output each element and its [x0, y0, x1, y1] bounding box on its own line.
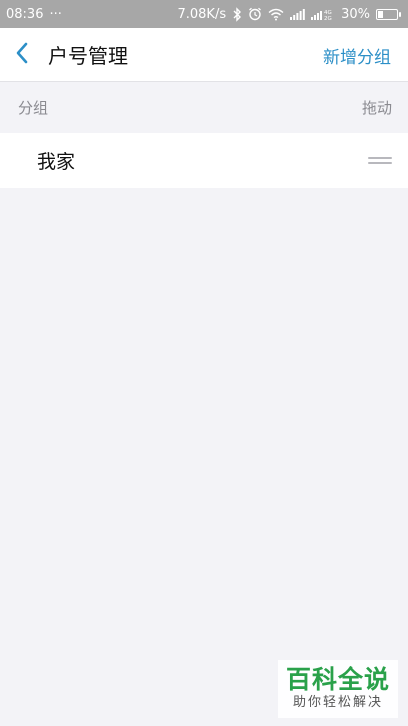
list-item[interactable]: 我家 [0, 133, 408, 188]
status-right: 7.08K/s 4G 2G 30% [177, 6, 401, 22]
drag-handle-line [368, 157, 392, 159]
status-more-indicator: ··· [49, 6, 62, 22]
signal-4g-icon: 4G 2G [311, 6, 335, 22]
wifi-icon [268, 6, 284, 22]
alarm-icon [248, 6, 262, 22]
page-title: 户号管理 [48, 44, 128, 68]
battery-percent: 30% [341, 6, 370, 22]
watermark-subtitle: 助你轻松解决 [292, 695, 383, 710]
battery-fill [378, 10, 383, 18]
watermark-title: 百科全说 [285, 665, 390, 694]
network-speed: 7.08K/s [177, 6, 227, 22]
status-time: 08:36 [6, 6, 44, 22]
back-button[interactable] [0, 28, 44, 82]
drag-handle-icon[interactable] [368, 154, 392, 168]
status-left: 08:36 ··· [6, 7, 62, 22]
bluetooth-icon [232, 6, 242, 22]
group-column-label: 分组 [18, 99, 49, 117]
add-group-button[interactable]: 新增分组 [323, 28, 391, 82]
battery-icon [376, 8, 401, 20]
app-header: 户号管理 新增分组 [0, 28, 408, 82]
status-bar: 08:36 ··· 7.08K/s 4G 2G 30% [0, 0, 408, 28]
section-header: 分组 拖动 [0, 82, 408, 133]
watermark: 百科全说 助你轻松解决 [278, 660, 398, 718]
signal-icon [290, 6, 305, 22]
svg-text:2G: 2G [324, 16, 332, 21]
drag-handle-line [368, 162, 392, 164]
group-list: 我家 [0, 133, 408, 188]
group-item-label: 我家 [37, 151, 76, 173]
chevron-left-icon [15, 42, 29, 68]
drag-column-label: 拖动 [361, 99, 392, 117]
